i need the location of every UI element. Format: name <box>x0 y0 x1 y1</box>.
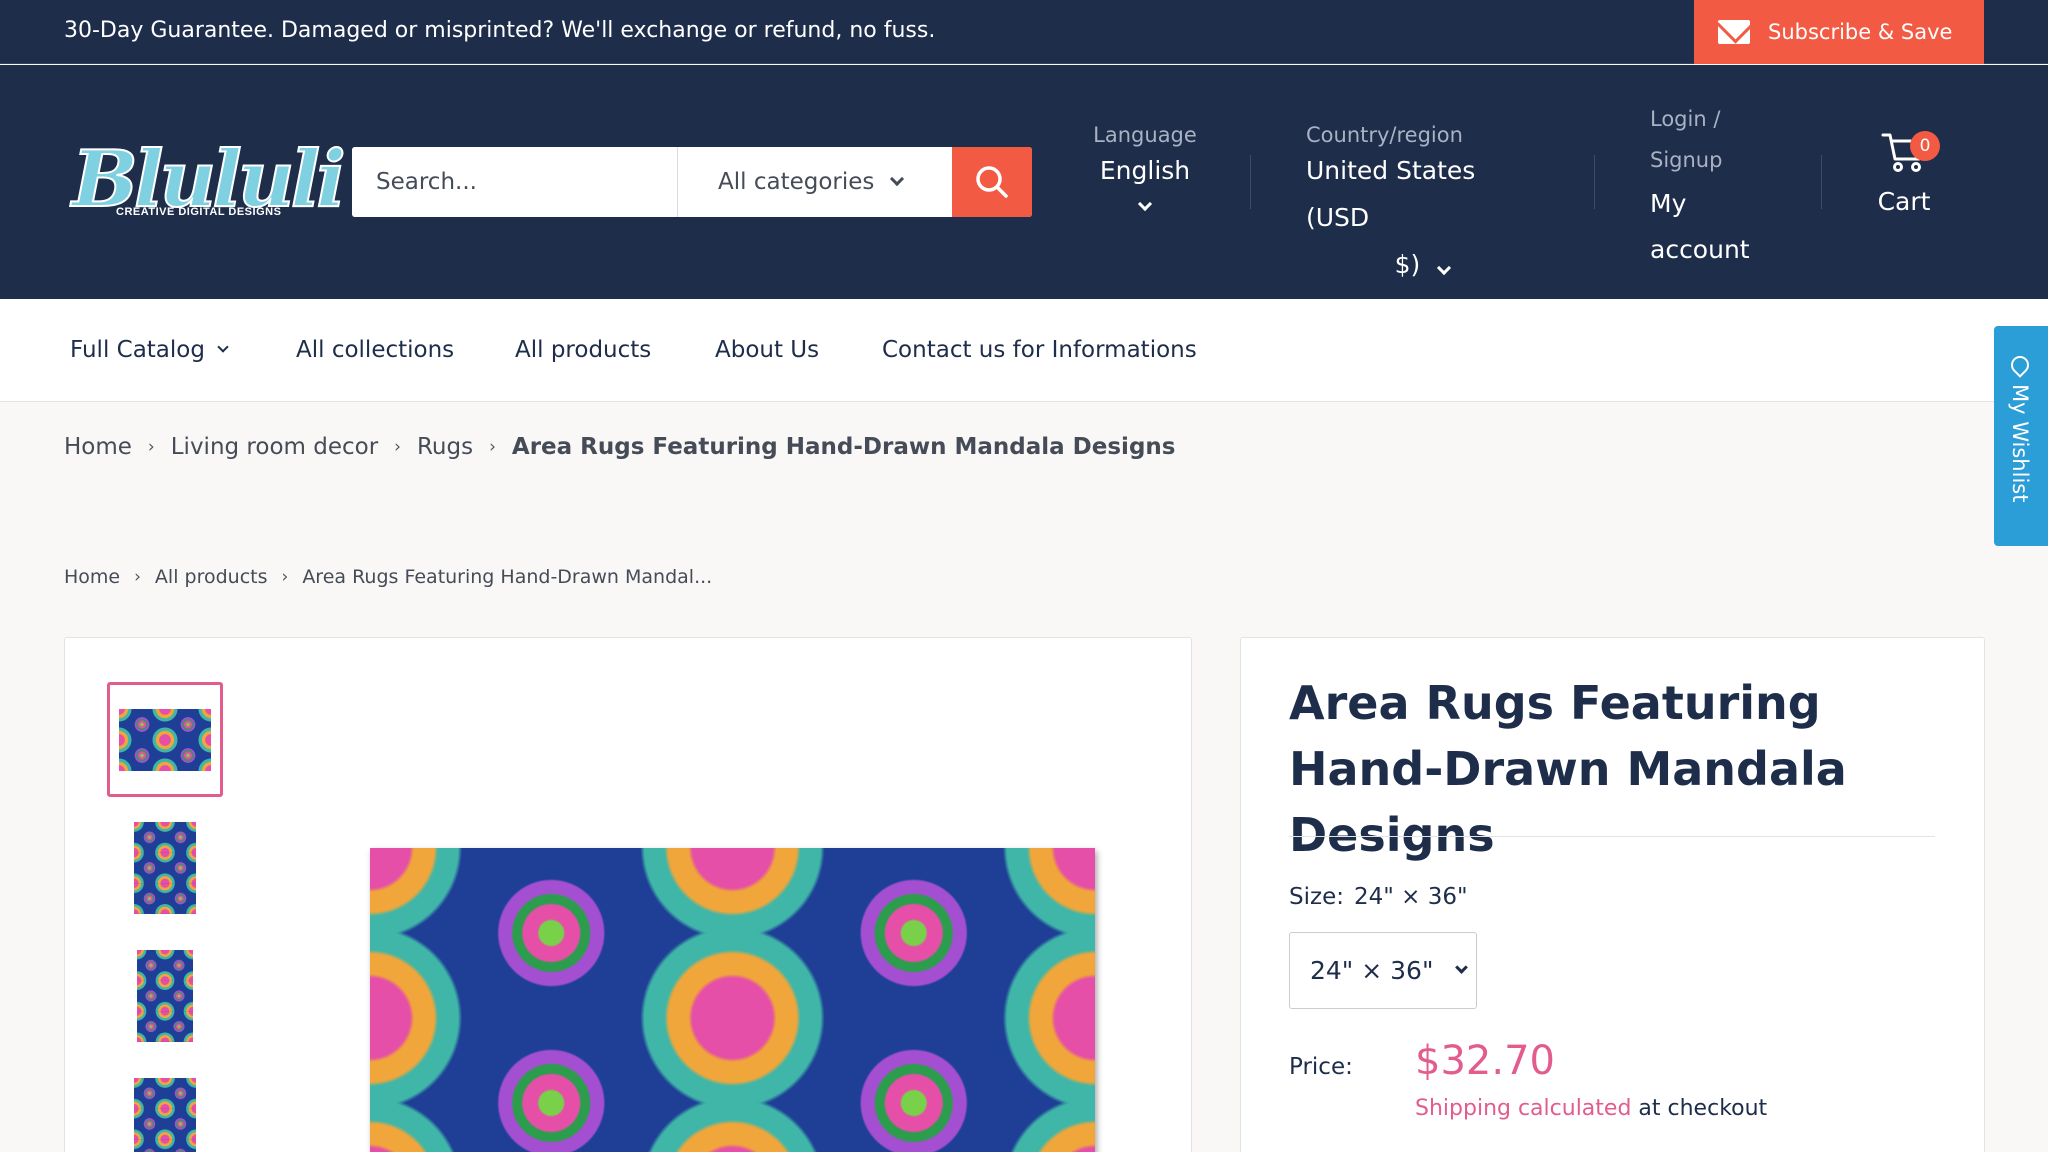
size-option-label: Size: 24" × 36" <box>1289 884 1468 910</box>
product-thumbnail[interactable] <box>107 1066 223 1152</box>
rug-thumbnail-image <box>134 1077 196 1152</box>
breadcrumb-link-rugs[interactable]: Rugs <box>417 434 473 460</box>
nav-item-contact[interactable]: Contact us for Informations <box>882 337 1197 363</box>
chevron-down-icon <box>890 171 905 187</box>
nav-item-label: Full Catalog <box>70 337 205 363</box>
nav-item-all-collections[interactable]: All collections <box>296 337 454 363</box>
product-title: Area Rugs Featuring Hand-Drawn Mandala D… <box>1289 676 1847 862</box>
country-value-currency: $) <box>1394 250 1421 279</box>
header-divider <box>1821 155 1822 209</box>
breadcrumb-link-living-room[interactable]: Living room decor <box>171 434 378 460</box>
product-main-image[interactable] <box>370 848 1095 1152</box>
size-value: 24" × 36" <box>1353 884 1468 910</box>
language-label: Language <box>1093 123 1197 147</box>
price-label: Price: <box>1289 1054 1353 1080</box>
search-input[interactable] <box>352 147 677 217</box>
chevron-down-icon <box>217 341 229 353</box>
main-nav: Full Catalog All collections All product… <box>0 299 2048 402</box>
signup-label: Signup <box>1650 148 1723 172</box>
language-selector[interactable]: Language English <box>1092 123 1198 213</box>
product-gallery <box>64 637 1192 1152</box>
breadcrumb-secondary: Home › All products › Area Rugs Featurin… <box>64 566 712 588</box>
rug-thumbnail-image <box>119 708 211 771</box>
country-selector[interactable]: Country/region United States (USD $) <box>1306 123 1538 288</box>
chevron-right-icon: › <box>134 567 141 587</box>
product-info: Area Rugs Featuring Hand-Drawn Mandala D… <box>1240 637 1985 1152</box>
shipping-link[interactable]: Shipping calculated <box>1415 1096 1631 1121</box>
product-thumbnail[interactable] <box>107 810 223 925</box>
logo-tagline: CREATIVE DIGITAL DESIGNS <box>116 206 282 218</box>
product-thumbnail[interactable] <box>107 682 223 797</box>
site-header: Blululi CREATIVE DIGITAL DESIGNS All cat… <box>0 65 2048 299</box>
breadcrumb-separator-icon: › <box>489 437 496 457</box>
subscribe-label: Subscribe & Save <box>1768 20 1953 44</box>
breadcrumb-link-all-products[interactable]: All products <box>155 566 268 588</box>
category-select-value: All categories <box>718 169 875 195</box>
shipping-note: Shipping calculated at checkout <box>1415 1096 1767 1121</box>
wishlist-tab[interactable]: My Wishlist <box>1994 326 2048 546</box>
shipping-suffix: at checkout <box>1638 1096 1768 1121</box>
chevron-down-icon <box>1437 260 1452 276</box>
price-value: $32.70 <box>1415 1038 1555 1084</box>
breadcrumb-link-home[interactable]: Home <box>64 566 120 588</box>
rug-thumbnail-image <box>134 821 196 914</box>
nav-item-label: All collections <box>296 337 455 363</box>
nav-item-label: About Us <box>715 337 820 363</box>
account-label: account <box>1650 235 1750 264</box>
cart-label: Cart <box>1877 187 1931 216</box>
breadcrumb-current: Area Rugs Featuring Hand-Drawn Mandala D… <box>511 434 1176 460</box>
size-label: Size: <box>1289 884 1344 910</box>
nav-item-full-catalog[interactable]: Full Catalog <box>70 337 229 363</box>
search-icon <box>976 166 1008 198</box>
nav-item-label: All products <box>515 337 652 363</box>
nav-item-about-us[interactable]: About Us <box>715 337 819 363</box>
country-value: United States (USD <box>1306 156 1476 232</box>
country-label: Country/region <box>1306 123 1463 147</box>
subscribe-button[interactable]: Subscribe & Save <box>1694 0 1984 64</box>
size-select[interactable]: 24" × 36" <box>1289 932 1477 1009</box>
nav-item-all-products[interactable]: All products <box>515 337 651 363</box>
breadcrumb: Home › Living room decor › Rugs › Area R… <box>64 434 1175 460</box>
login-label: Login / <box>1650 107 1721 131</box>
heart-icon <box>2007 352 2033 378</box>
account-link[interactable]: Login / Signup My account <box>1650 99 1750 273</box>
nav-item-label: Contact us for Informations <box>882 337 1197 363</box>
size-select-value: 24" × 36" <box>1310 956 1434 985</box>
category-select[interactable]: All categories <box>677 147 952 217</box>
wishlist-label: My Wishlist <box>2008 384 2032 503</box>
chevron-right-icon: › <box>281 567 289 587</box>
store-logo[interactable]: Blululi CREATIVE DIGITAL DESIGNS <box>71 139 347 240</box>
breadcrumb-link-home[interactable]: Home <box>64 434 132 460</box>
divider <box>1289 836 1935 837</box>
cart-count-badge: 0 <box>1910 131 1940 161</box>
wishlist-tab-content: My Wishlist <box>2007 352 2033 503</box>
cart-button[interactable]: 0 Cart <box>1876 131 1940 216</box>
mail-icon <box>1718 20 1750 44</box>
language-value: English <box>1099 156 1191 185</box>
header-divider <box>1594 155 1595 209</box>
announcement-text: 30-Day Guarantee. Damaged or misprinted?… <box>64 18 936 43</box>
breadcrumb-separator-icon: › <box>147 437 155 457</box>
chevron-down-icon <box>1455 961 1469 974</box>
search-bar: All categories <box>352 147 1032 217</box>
chevron-down-icon <box>1137 196 1153 212</box>
announcement-bar: 30-Day Guarantee. Damaged or misprinted?… <box>0 0 2048 64</box>
search-button[interactable] <box>952 147 1032 217</box>
breadcrumb-current: Area Rugs Featuring Hand-Drawn Mandal... <box>302 566 713 588</box>
product-thumbnail[interactable] <box>107 938 223 1053</box>
header-divider <box>1250 155 1251 209</box>
breadcrumb-separator-icon: › <box>394 437 401 457</box>
rug-thumbnail-image <box>137 949 193 1042</box>
my-label: My <box>1650 189 1687 218</box>
